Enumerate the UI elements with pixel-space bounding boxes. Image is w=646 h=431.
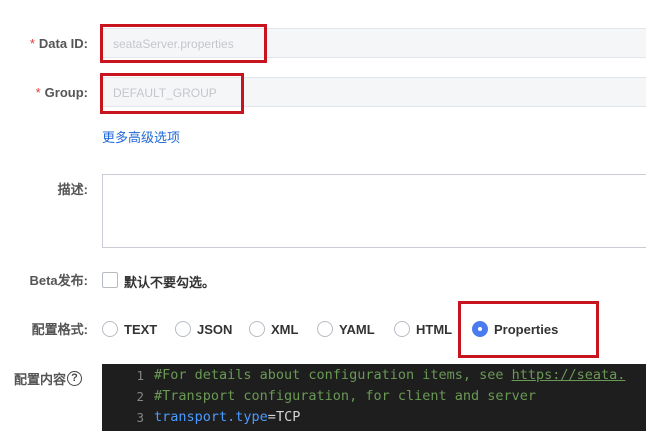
format-radio-xml[interactable] [249,321,265,337]
content-label: 配置内容 [13,372,66,387]
line-number: 2 [136,389,144,404]
required-mark: * [29,36,35,51]
code-line: #Transport configuration, for client and… [154,388,537,404]
format-radio-html[interactable] [394,321,410,337]
beta-label: Beta发布: [29,273,88,288]
data-id-highlight [100,24,267,63]
beta-checkbox[interactable] [102,272,118,288]
format-label-html[interactable]: HTML [416,322,452,337]
line-number: 1 [136,368,144,383]
code-line: transport.type=TCP [154,409,301,425]
group-label: * Group: [35,85,88,100]
properties-highlight [458,301,599,358]
advanced-options-link[interactable]: 更多高级选项 [102,127,180,146]
format-radio-text[interactable] [102,321,118,337]
format-label-yaml[interactable]: YAML [339,322,375,337]
description-textarea[interactable] [102,174,646,248]
code-url[interactable]: https://seata. [512,367,626,383]
description-label: 描述: [57,182,88,197]
code-editor[interactable]: 1 #For details about configuration items… [102,364,646,431]
format-label-text[interactable]: TEXT [124,322,157,337]
line-number: 3 [136,410,144,425]
format-label: 配置格式: [31,322,88,337]
code-line: #For details about configuration items, … [154,367,626,383]
group-highlight [100,73,244,114]
format-radio-json[interactable] [175,321,191,337]
beta-checkbox-text: 默认不要勾选。 [124,275,216,290]
question-circle-icon[interactable]: ? [67,371,82,386]
format-label-json[interactable]: JSON [197,322,232,337]
data-id-label: * Data ID: [29,36,88,51]
format-label-xml[interactable]: XML [271,322,298,337]
format-radio-yaml[interactable] [317,321,333,337]
required-mark: * [35,85,41,100]
